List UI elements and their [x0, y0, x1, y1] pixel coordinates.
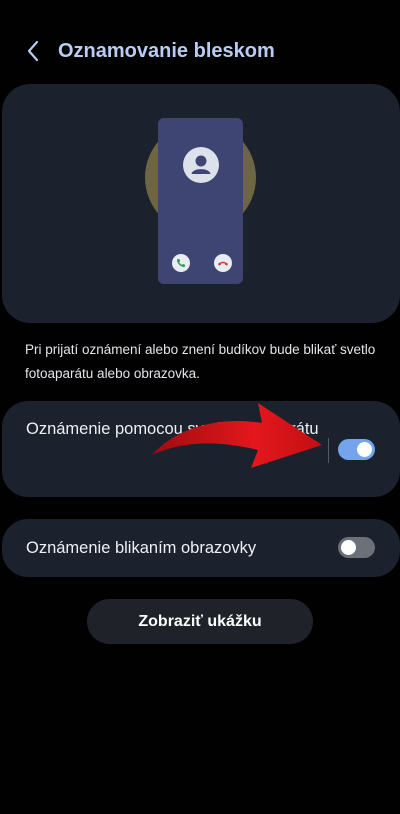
- toggle-knob: [357, 442, 372, 457]
- page-title: Oznamovanie bleskom: [58, 40, 275, 62]
- divider: [328, 438, 329, 463]
- feature-description: Pri prijatí oznámení alebo znení budíkov…: [25, 342, 376, 381]
- camera-flash-toggle[interactable]: [338, 439, 375, 460]
- toggle-knob: [341, 540, 356, 555]
- chevron-left-icon: [27, 40, 39, 62]
- accept-call-icon: [172, 254, 190, 272]
- screen-flash-setting[interactable]: Oznámenie blikaním obrazovky: [2, 519, 400, 577]
- camera-flash-setting[interactable]: Oznámenie pomocou svetla fotoaparátu: [2, 401, 400, 497]
- decline-call-icon: [214, 254, 232, 272]
- phone-illustration: [158, 118, 243, 284]
- flash-notification-illustration: [2, 84, 400, 323]
- person-icon: [183, 147, 219, 183]
- screen-flash-label: Oznámenie blikaním obrazovky: [26, 539, 257, 557]
- camera-flash-label: Oznámenie pomocou svetla fotoaparátu: [26, 420, 319, 438]
- show-preview-button[interactable]: Zobraziť ukážku: [87, 599, 313, 644]
- screen-flash-toggle[interactable]: [338, 537, 375, 558]
- back-button[interactable]: [18, 36, 48, 66]
